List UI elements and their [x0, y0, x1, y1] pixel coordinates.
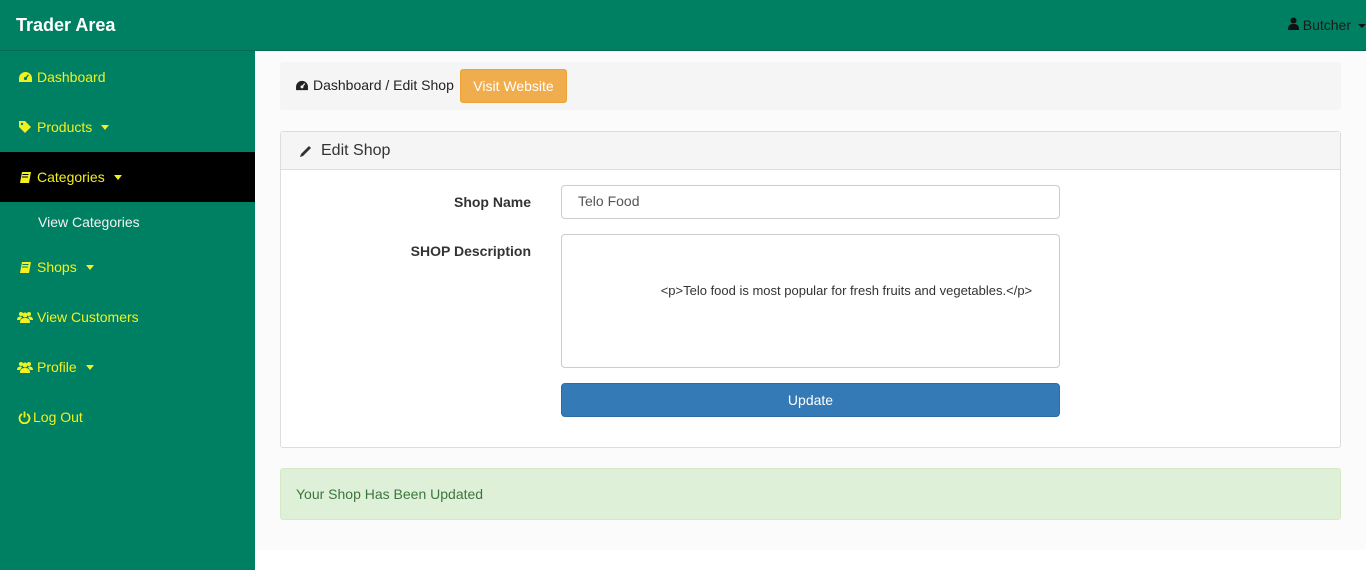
sidebar-item-label: View Customers	[37, 309, 139, 325]
book-icon	[17, 170, 33, 184]
sidebar-item-categories[interactable]: Categories	[0, 152, 255, 202]
sidebar-item-dashboard[interactable]: Dashboard	[0, 52, 255, 102]
breadcrumb-text: Dashboard / Edit Shop	[313, 77, 454, 93]
users-icon	[17, 360, 33, 374]
dashboard-icon	[17, 70, 33, 84]
sidebar-item-label: Dashboard	[37, 69, 106, 85]
sidebar-item-label: Profile	[37, 359, 77, 375]
power-icon	[17, 410, 31, 424]
dashboard-icon	[295, 80, 309, 91]
panel-heading: Edit Shop	[281, 132, 1340, 170]
shop-name-input[interactable]: Telo Food	[561, 185, 1060, 219]
chevron-down-icon	[85, 365, 94, 370]
tag-icon	[17, 120, 33, 134]
sidebar-item-label: Products	[37, 119, 93, 135]
breadcrumb-path: Dashboard / Edit Shop	[295, 77, 454, 93]
chevron-down-icon	[1358, 24, 1366, 28]
sidebar-item-label: View Categories	[38, 214, 140, 230]
visit-website-button[interactable]: Visit Website	[460, 69, 567, 103]
sidebar-item-label: Shops	[37, 259, 77, 275]
users-icon	[17, 310, 33, 324]
sidebar-item-logout[interactable]: Log Out	[0, 392, 255, 442]
resize-handle-icon[interactable]	[1049, 357, 1057, 365]
sidebar-item-label: Categories	[37, 169, 105, 185]
brand-title[interactable]: Trader Area	[16, 15, 115, 36]
edit-shop-panel: Edit Shop Shop Name Telo Food SHOP Descr…	[280, 131, 1341, 448]
book-icon	[17, 260, 33, 274]
sidebar-item-products[interactable]: Products	[0, 102, 255, 152]
sidebar-item-profile[interactable]: Profile	[0, 342, 255, 392]
shop-description-textarea[interactable]: <p>Telo food is most popular for fresh f…	[561, 234, 1060, 368]
shop-description-text: <p>Telo food is most popular for fresh f…	[588, 283, 1033, 298]
sidebar-subitem-view-categories[interactable]: View Categories	[0, 202, 255, 242]
pencil-icon	[299, 144, 313, 158]
breadcrumb: Dashboard / Edit Shop Visit Website	[280, 62, 1341, 110]
success-alert: Your Shop Has Been Updated	[280, 468, 1341, 520]
sidebar-item-view-customers[interactable]: View Customers	[0, 292, 255, 342]
user-icon	[1287, 17, 1299, 33]
sidebar-item-label: Log Out	[33, 409, 83, 425]
user-name: Butcher	[1302, 17, 1351, 33]
chevron-down-icon	[101, 125, 110, 130]
top-navbar: Trader Area Butcher	[0, 0, 1366, 51]
chevron-down-icon	[85, 265, 94, 270]
alert-message: Your Shop Has Been Updated	[296, 486, 484, 502]
sidebar-item-shops[interactable]: Shops	[0, 242, 255, 292]
update-button[interactable]: Update	[561, 383, 1060, 417]
chevron-down-icon	[113, 175, 122, 180]
user-menu[interactable]: Butcher	[1287, 17, 1366, 33]
shop-name-label: Shop Name	[453, 194, 531, 210]
panel-title: Edit Shop	[321, 141, 391, 159]
shop-description-label: SHOP Description	[410, 243, 531, 259]
